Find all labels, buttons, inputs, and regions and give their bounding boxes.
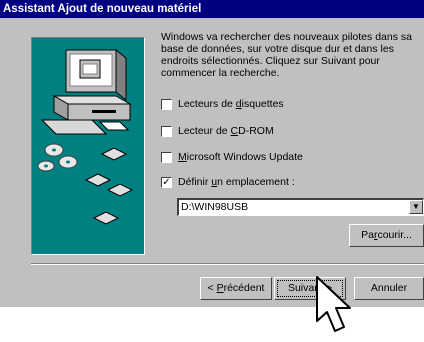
- browse-button[interactable]: Parcourir...: [349, 224, 424, 247]
- location-value[interactable]: D:\WIN98USB: [181, 201, 248, 214]
- location-combobox[interactable]: D:\WIN98USB ▼: [177, 198, 424, 216]
- computer-with-cds-icon: [37, 48, 134, 225]
- description-text: Windows va rechercher des nouveaux pilot…: [161, 31, 412, 79]
- separator-highlight: [31, 264, 424, 265]
- option-label: Lecteur de CD-ROM: [178, 125, 274, 137]
- title-bar: Assistant Ajout de nouveau matériel: [0, 0, 424, 18]
- arrow-cursor-icon: [313, 275, 361, 342]
- option-label: Microsoft Windows Update: [178, 151, 303, 163]
- wizard-illustration: [31, 37, 145, 255]
- windows-update-checkbox[interactable]: [161, 152, 172, 163]
- location-checkbox[interactable]: ✓: [161, 177, 172, 188]
- cancel-button[interactable]: Annuler: [354, 277, 424, 300]
- diskettes-checkbox[interactable]: [161, 99, 172, 110]
- cdrom-checkbox[interactable]: [161, 126, 172, 137]
- option-label: Définir un emplacement :: [178, 176, 295, 188]
- chevron-down-icon[interactable]: ▼: [409, 200, 423, 214]
- option-label: Lecteurs de disquettes: [178, 98, 284, 110]
- wizard-dialog: Assistant Ajout de nouveau matériel Wind…: [0, 0, 424, 307]
- window-title: Assistant Ajout de nouveau matériel: [3, 3, 202, 15]
- back-button[interactable]: < Précédent: [200, 277, 272, 300]
